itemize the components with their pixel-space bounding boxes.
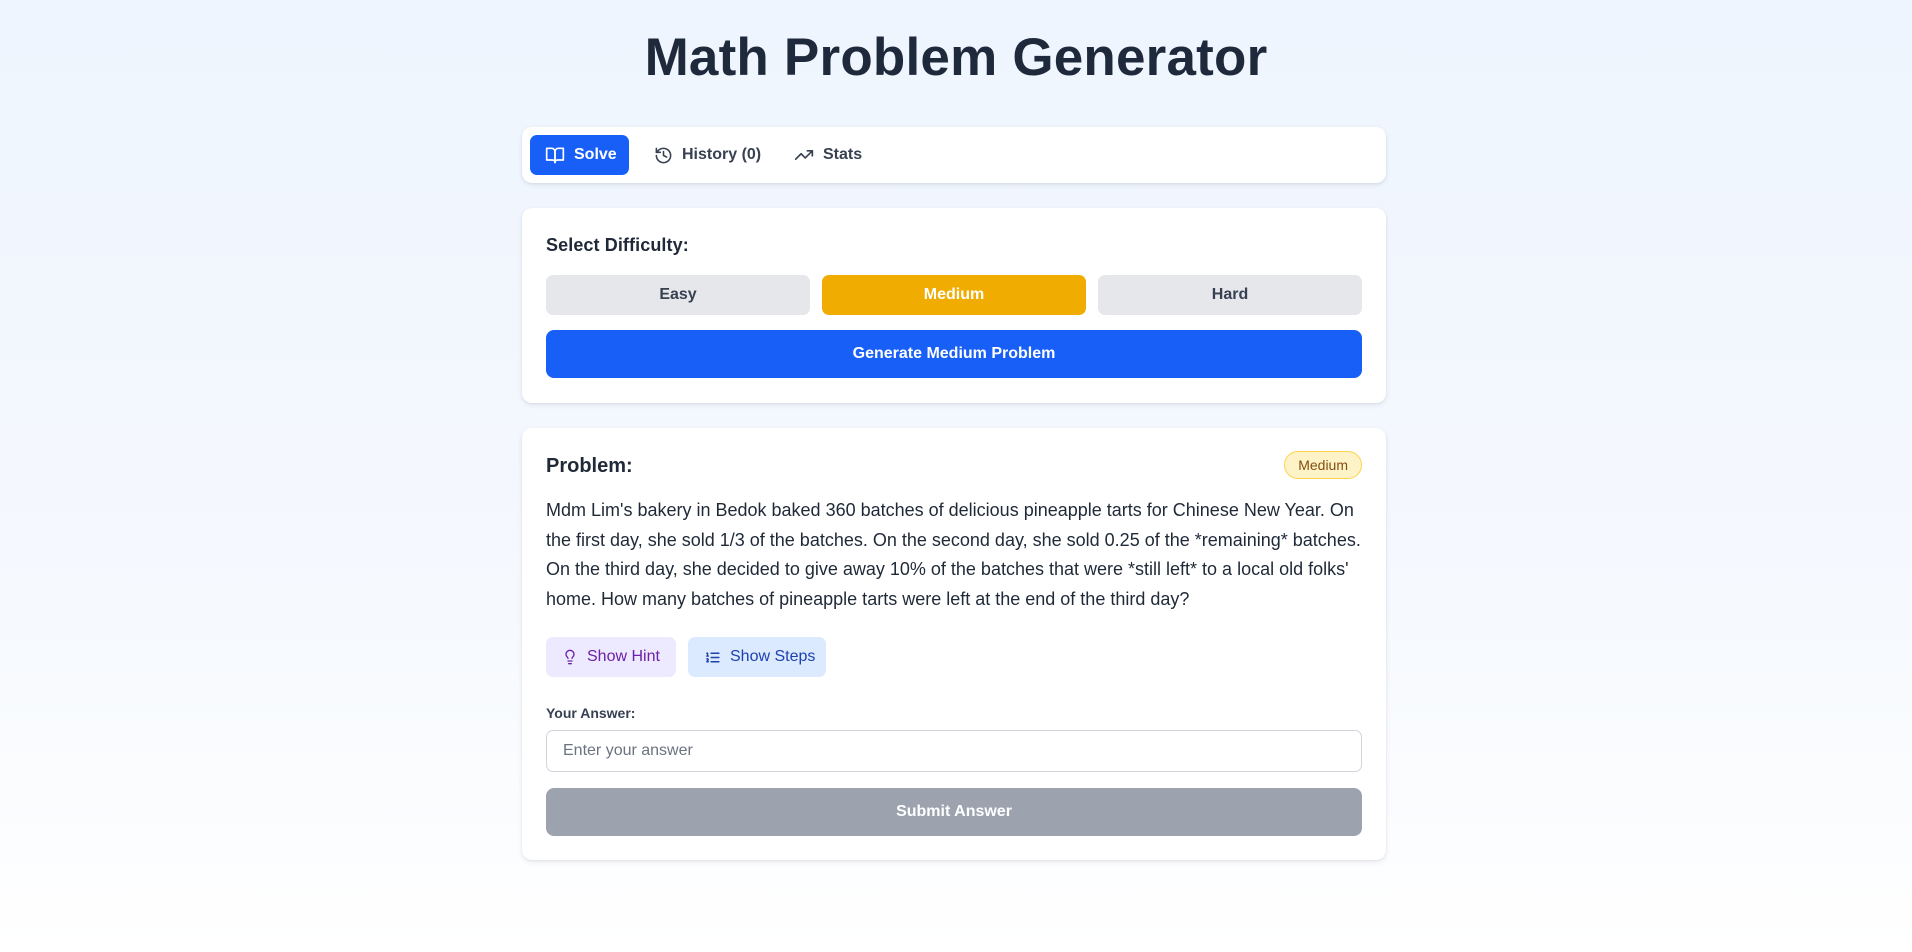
show-steps-label: Show Steps (730, 648, 816, 665)
tab-history-label: History (0) (682, 146, 762, 163)
difficulty-medium-button[interactable]: Medium (822, 275, 1086, 315)
difficulty-badge: Medium (1284, 451, 1362, 479)
lightbulb-icon (562, 649, 578, 665)
tab-history[interactable]: History (0) (642, 135, 768, 175)
difficulty-panel: Select Difficulty: Easy Medium Hard Gene… (522, 208, 1386, 403)
tab-stats-label: Stats (823, 146, 863, 163)
problem-text: Mdm Lim's bakery in Bedok baked 360 batc… (546, 500, 1361, 609)
history-icon (654, 146, 673, 165)
submit-answer-button[interactable]: Submit Answer (546, 788, 1362, 836)
answer-label: Your Answer: (546, 705, 636, 721)
difficulty-label: Select Difficulty: (546, 235, 689, 255)
list-ordered-icon (704, 649, 721, 666)
tab-solve-label: Solve (574, 146, 617, 163)
problem-panel: Problem: Medium Mdm Lim's bakery in Bedo… (522, 428, 1386, 860)
show-hint-button[interactable]: Show Hint (546, 637, 676, 677)
page-title: Math Problem Generator (644, 28, 1268, 87)
difficulty-hard-button[interactable]: Hard (1098, 275, 1362, 315)
tab-bar: Solve History (0) Stats (522, 127, 1386, 183)
tab-stats[interactable]: Stats (782, 135, 872, 175)
generate-problem-button[interactable]: Generate Medium Problem (546, 330, 1362, 378)
show-steps-button[interactable]: Show Steps (688, 637, 826, 677)
answer-input[interactable] (546, 730, 1362, 772)
trending-up-icon (794, 145, 814, 165)
tab-solve[interactable]: Solve (530, 135, 629, 175)
problem-heading: Problem: (546, 455, 633, 477)
book-open-icon (545, 145, 565, 165)
difficulty-easy-button[interactable]: Easy (546, 275, 810, 315)
show-hint-label: Show Hint (587, 648, 660, 665)
